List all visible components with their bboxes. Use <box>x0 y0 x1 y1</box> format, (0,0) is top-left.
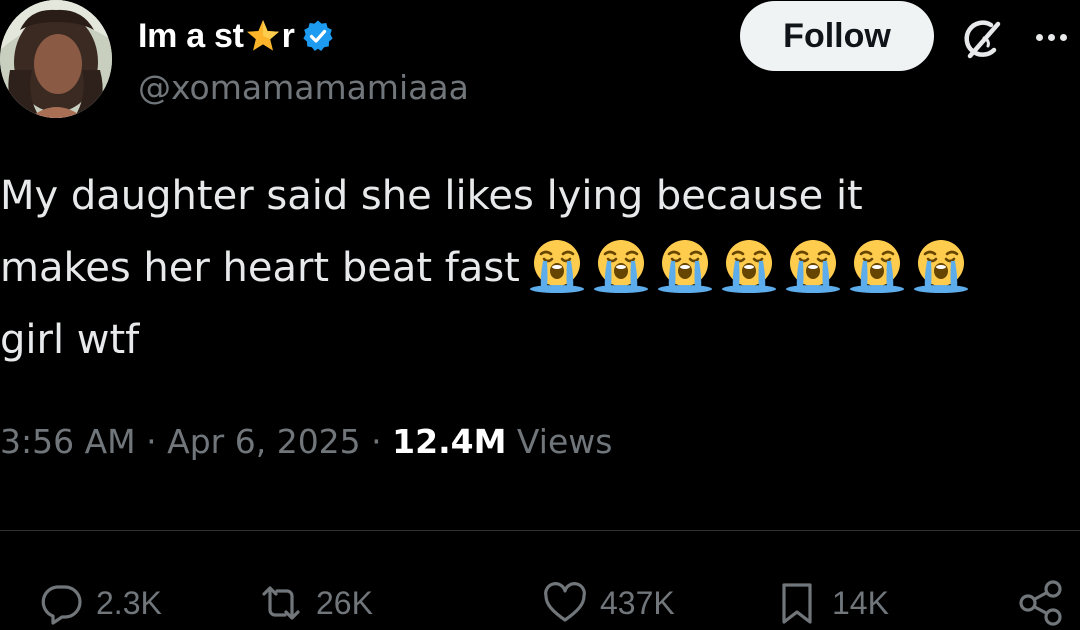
author-handle[interactable]: @xomamamamiaaa <box>138 68 469 107</box>
bookmark-button[interactable]: 14K <box>774 578 889 628</box>
more-icon[interactable] <box>1036 22 1080 52</box>
tweet-time[interactable]: 3:56 AM <box>0 422 136 461</box>
bookmark-icon <box>774 580 820 626</box>
author-display-name[interactable]: Im a st <box>138 17 244 56</box>
loudly-crying-face-emoji <box>912 237 970 295</box>
like-button[interactable]: 437K <box>542 578 675 628</box>
loudly-crying-face-emoji <box>784 237 842 295</box>
reply-icon <box>38 580 84 626</box>
bookmark-count: 14K <box>832 584 889 621</box>
verified-badge-icon[interactable] <box>301 19 335 53</box>
tweet-line-2-text: makes her heart beat fast <box>0 245 520 291</box>
more-dot <box>1036 33 1043 41</box>
emoji-row <box>528 237 970 295</box>
more-dot <box>1048 33 1055 41</box>
loudly-crying-face-emoji <box>528 237 586 295</box>
tweet-meta: 3:56 AM · Apr 6, 2025 · 12.4M Views <box>0 422 612 461</box>
reply-button[interactable]: 2.3K <box>38 578 162 628</box>
author-display-name-suffix[interactable]: r <box>282 17 295 56</box>
loudly-crying-face-emoji <box>656 237 714 295</box>
views-count[interactable]: 12.4M <box>392 422 506 461</box>
repost-button[interactable]: 26K <box>258 578 373 628</box>
loudly-crying-face-emoji <box>592 237 650 295</box>
like-count: 437K <box>600 584 675 621</box>
tweet-date[interactable]: Apr 6, 2025 <box>167 422 361 461</box>
avatar[interactable] <box>0 0 112 118</box>
tweet-line-3: girl wtf <box>0 317 140 363</box>
tweet-line-2: makes her heart beat fast <box>0 232 1070 304</box>
heart-icon <box>542 580 588 626</box>
grok-icon[interactable] <box>958 16 1006 64</box>
views-label: Views <box>506 422 613 461</box>
repost-icon <box>258 580 304 626</box>
author-name-row[interactable]: Im a st r <box>138 8 335 64</box>
star-icon <box>245 18 281 54</box>
follow-button[interactable]: Follow <box>740 1 934 71</box>
share-icon[interactable] <box>1016 578 1066 628</box>
loudly-crying-face-emoji <box>720 237 778 295</box>
meta-separator: · <box>135 422 168 461</box>
divider <box>0 530 1080 531</box>
more-dot <box>1060 33 1067 41</box>
reply-count: 2.3K <box>96 584 162 621</box>
meta-separator: · <box>360 422 393 461</box>
tweet-text: My daughter said she likes lying because… <box>0 160 1070 376</box>
loudly-crying-face-emoji <box>848 237 906 295</box>
tweet-line-1: My daughter said she likes lying because… <box>0 173 863 219</box>
repost-count: 26K <box>316 584 373 621</box>
